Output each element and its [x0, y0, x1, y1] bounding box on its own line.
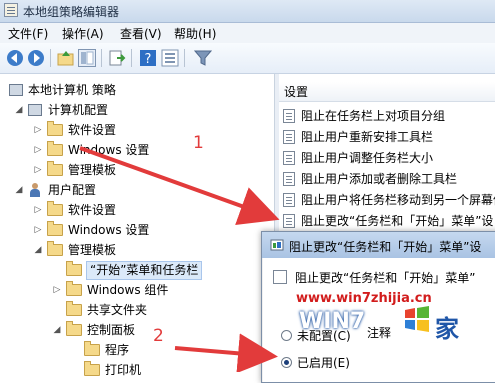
- menu-bar: 文件(F) 操作(A) 查看(V) 帮助(H): [0, 23, 495, 43]
- tree-pane: 本地计算机 策略 ◢ 计算机配置 ▷ 软件设置 ▷ Windows 设置 ▷ 管…: [0, 74, 274, 377]
- policy-settings-dialog: 阻止更改“任务栏和「开始」菜单”设 阻止更改“任务栏和「开始」菜单” 未配置(C…: [261, 231, 495, 383]
- dialog-body: 阻止更改“任务栏和「开始」菜单” 未配置(C) 注释 已启用(E): [263, 258, 495, 382]
- dialog-title: 阻止更改“任务栏和「开始」菜单”设: [289, 240, 482, 254]
- radio-enabled-label: 已启用(E): [297, 356, 350, 370]
- toolbar-separator: [184, 49, 185, 67]
- filter-icon[interactable]: [194, 49, 212, 67]
- policy-setting-icon: [283, 193, 295, 207]
- comment-label: 注释: [367, 326, 392, 340]
- folder-icon: [47, 141, 63, 156]
- help-icon[interactable]: ?: [139, 49, 157, 67]
- folder-icon: [84, 361, 100, 376]
- collapsed-arrow-icon[interactable]: ▷: [52, 280, 62, 300]
- title-bar: 本地组策略编辑器: [0, 0, 495, 23]
- policy-setting-icon: [283, 214, 295, 228]
- collapsed-arrow-icon[interactable]: ▷: [33, 120, 43, 140]
- step-2-label: 2: [153, 326, 164, 346]
- radio-not-configured[interactable]: [281, 330, 292, 341]
- expanded-arrow-icon[interactable]: ◢: [14, 100, 24, 120]
- policy-setting-icon: [283, 130, 295, 144]
- menu-action[interactable]: 操作(A): [62, 25, 104, 42]
- policy-setting-icon: [283, 151, 295, 165]
- folder-icon: [47, 221, 63, 236]
- folder-icon: [66, 281, 82, 296]
- folder-icon: [66, 301, 82, 316]
- toolbar-separator: [131, 49, 132, 67]
- window-title: 本地组策略编辑器: [23, 5, 120, 19]
- toolbar: ?: [0, 43, 495, 74]
- policy-setting-icon: [273, 270, 287, 284]
- collapsed-arrow-icon[interactable]: ▷: [33, 200, 43, 220]
- folder-icon: [66, 261, 82, 276]
- expanded-arrow-icon[interactable]: ◢: [33, 240, 43, 260]
- folder-icon: [66, 321, 82, 336]
- policy-dialog-icon: [270, 239, 284, 251]
- export-icon[interactable]: [108, 49, 126, 67]
- dialog-title-bar: 阻止更改“任务栏和「开始」菜单”设: [262, 232, 495, 258]
- toolbar-separator: [50, 49, 51, 67]
- local-policy-icon: [9, 84, 23, 96]
- step-1-label: 1: [193, 133, 204, 153]
- show-hide-tree-icon[interactable]: [78, 49, 96, 67]
- radio-enabled[interactable]: [281, 357, 292, 368]
- menu-help[interactable]: 帮助(H): [174, 25, 216, 42]
- folder-icon: [47, 121, 63, 136]
- expanded-arrow-icon[interactable]: ◢: [52, 320, 62, 340]
- menu-view[interactable]: 查看(V): [120, 25, 162, 42]
- collapsed-arrow-icon[interactable]: ▷: [33, 160, 43, 180]
- user-icon: [29, 183, 41, 197]
- collapsed-arrow-icon[interactable]: ▷: [33, 140, 43, 160]
- folder-icon: [84, 341, 100, 356]
- folder-icon: [47, 241, 63, 256]
- folder-icon: [47, 161, 63, 176]
- app-icon: [4, 3, 18, 17]
- policy-setting-icon: [283, 172, 295, 186]
- menu-file[interactable]: 文件(F): [8, 25, 48, 42]
- computer-icon: [28, 104, 42, 116]
- policy-setting-icon: [283, 109, 295, 123]
- folder-icon: [47, 201, 63, 216]
- up-folder-icon[interactable]: [57, 49, 75, 67]
- radio-not-configured-label: 未配置(C): [297, 329, 351, 343]
- forward-icon[interactable]: [27, 49, 45, 67]
- properties-icon[interactable]: [161, 49, 179, 67]
- collapsed-arrow-icon[interactable]: ▷: [33, 220, 43, 240]
- column-header-settings[interactable]: 设置: [279, 82, 495, 102]
- toolbar-separator: [101, 49, 102, 67]
- expanded-arrow-icon[interactable]: ◢: [14, 180, 24, 200]
- svg-text:?: ?: [145, 52, 152, 67]
- back-icon[interactable]: [6, 49, 24, 67]
